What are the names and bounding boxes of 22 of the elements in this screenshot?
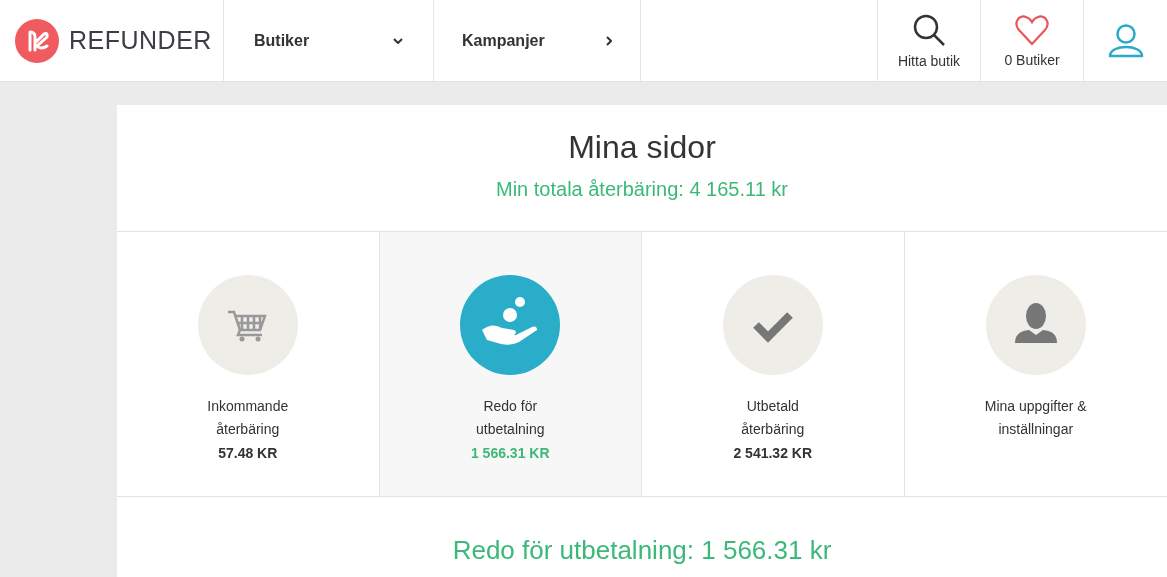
logo-icon[interactable] [15, 18, 59, 63]
favorites-button[interactable]: 0 Butiker [981, 0, 1084, 81]
page-title: Mina sidor [568, 129, 716, 166]
summary-tile[interactable]: Redo för utbetalning 1 566.31 KR [379, 232, 642, 496]
chevron-right-icon [606, 35, 612, 46]
cart-icon [197, 275, 298, 375]
person-icon [985, 275, 1086, 375]
summary-tile[interactable]: Mina uppgifter & inställningar [904, 232, 1167, 496]
chevron-down-icon [393, 37, 403, 44]
checkmark-icon [722, 275, 823, 375]
nav-link[interactable]: Butiker [224, 0, 434, 81]
total-refund-text: Min totala återbäring: 4 165.11 kr [496, 178, 788, 201]
search-icon [912, 12, 946, 47]
hand-coins-icon [460, 275, 561, 375]
heart-icon [1015, 13, 1049, 46]
logo-text[interactable]: REFUNDER [69, 26, 212, 55]
section-heading: Redo för utbetalning: 1 566.31 kr [451, 535, 833, 566]
find-store-button[interactable]: Hitta butik [878, 0, 981, 81]
user-icon [1107, 23, 1144, 58]
summary-tile[interactable]: Inkommande återbäring 57.48 KR [117, 232, 380, 496]
nav-link[interactable]: Kampanjer [434, 0, 641, 81]
summary-tile[interactable]: Utbetald återbäring 2 541.32 KR [642, 232, 905, 496]
